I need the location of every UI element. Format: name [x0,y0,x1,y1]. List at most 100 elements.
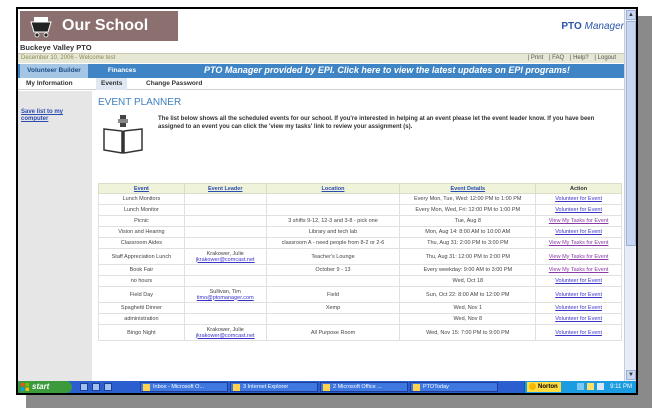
location-cell [265,193,401,205]
office-icon [323,384,330,391]
event-name-cell: administration [98,313,185,325]
event-table: Event Event Leader Location Event Detail… [98,183,622,341]
table-row: Picnic 3 shifts 9-12, 12-3 and 3-8 - pick… [98,215,622,227]
site-logo[interactable]: Our School [20,11,178,41]
scroll-thumb[interactable] [626,21,636,246]
event-name-cell: no hours [98,275,185,287]
location-cell [265,313,401,325]
browser-viewport: Our School PTO Manager Buckeye Valley PT… [18,9,636,393]
quicklaunch-browser-icon[interactable] [92,383,100,391]
event-details-cell: Thu, Aug 31: 12:00 PM to 2:00 PM [399,248,537,265]
subnav-events[interactable]: Events [96,78,128,90]
volume-icon[interactable] [597,383,604,390]
shopping-cart-icon [26,14,56,38]
quicklaunch-desktop-icon[interactable] [80,383,88,391]
leader-email-link[interactable]: timo@ptomanager.com [187,295,264,301]
norton-icon [529,383,536,390]
view-my-tasks-link[interactable]: View My Tasks for Event [535,264,622,276]
print-link[interactable]: | Print [528,55,544,61]
volunteer-for-event-link[interactable]: Volunteer for Event [535,324,622,341]
task-ptotoday[interactable]: PTOToday [410,382,498,392]
event-name-cell: Bingo Night [98,324,185,341]
scroll-up-icon[interactable]: ▲ [626,10,636,20]
task-inbox[interactable]: Inbox - Microsoft O... [140,382,228,392]
date-welcome: December 10, 2006 - Welcome test [21,55,116,61]
table-row: Classroom Aides classroom A - need people… [98,237,622,249]
site-title: Our School [62,17,149,34]
col-event[interactable]: Event [98,183,185,194]
table-row: no hours Wed, Oct 18 Volunteer for Event [98,275,622,287]
help-link[interactable]: | Help? [570,55,589,61]
volunteer-for-event-link[interactable]: Volunteer for Event [535,193,622,205]
event-details-cell: Wed, Nov 15: 7:00 PM to 9:00 PM [399,324,537,341]
save-list-link[interactable]: Save list to my computer [21,109,81,123]
task-internet-explorer[interactable]: 3 Internet Explorer [230,382,318,392]
windows-taskbar: start Inbox - Microsoft O... 3 Internet … [18,381,636,393]
start-button[interactable]: start [18,381,72,393]
volunteer-for-event-link[interactable]: Volunteer for Event [535,302,622,314]
location-cell: 3 shifts 9-12, 12-3 and 3-8 - pick one [265,215,401,227]
outlook-icon [143,384,150,391]
event-leader-cell: Krakower, Julie jkrakower@comcast.net [183,324,267,341]
location-cell: October 9 - 13 [265,264,401,276]
event-leader-cell: Krakower, Julie jkrakower@comcast.net [183,248,267,265]
leader-email-link[interactable]: jkrakower@comcast.net [187,257,264,263]
col-event-leader[interactable]: Event Leader [183,183,267,194]
screenshot-frame: Our School PTO Manager Buckeye Valley PT… [16,7,638,395]
tab-volunteer-builder[interactable]: Volunteer Builder [20,64,88,78]
scroll-down-icon[interactable]: ▼ [626,370,636,380]
event-details-cell: Thu, Aug 31: 2:00 PM to 3:00 PM [399,237,537,249]
event-name-cell: Picnic [98,215,185,227]
network-icon[interactable] [577,383,584,390]
view-my-tasks-link[interactable]: View My Tasks for Event [535,237,622,249]
event-details-cell: Every Mon, Tue, Wed: 12:00 PM to 1:00 PM [399,193,537,205]
leader-name: Krakower, Julie [206,326,244,333]
quicklaunch-outlook-icon[interactable] [104,383,112,391]
volunteer-for-event-link[interactable]: Volunteer for Event [535,286,622,303]
event-leader-cell [183,313,267,325]
faq-link[interactable]: | FAQ [549,55,564,61]
table-row: Bingo Night Krakower, Julie jkrakower@comc… [98,324,622,341]
left-sidebar: Save list to my computer [18,91,92,381]
subnav-my-information[interactable]: My Information [26,80,73,87]
location-cell: classroom A - need people from 8-2 or 2-… [265,237,401,249]
event-leader-cell [183,204,267,216]
tab-finances[interactable]: Finances [90,64,154,78]
subnav-change-password[interactable]: Change Password [146,80,202,87]
norton-button[interactable]: Norton [527,382,561,392]
event-name-cell: Classroom Aides [98,237,185,249]
table-body: Lunch Monitors Every Mon, Tue, Wed: 12:00… [98,193,622,341]
view-my-tasks-link[interactable]: View My Tasks for Event [535,215,622,227]
col-location[interactable]: Location [265,183,401,194]
volunteer-for-event-link[interactable]: Volunteer for Event [535,313,622,325]
event-details-cell: Wed, Nov 1 [399,302,537,314]
event-name-cell: Book Fair [98,264,185,276]
event-leader-cell [183,275,267,287]
volunteer-for-event-link[interactable]: Volunteer for Event [535,275,622,287]
table-row: Lunch Monitors Every Mon, Tue, Wed: 12:00… [98,193,622,205]
sub-nav: My Information Events Change Password [18,78,624,90]
volunteer-for-event-link[interactable]: Volunteer for Event [535,204,622,216]
event-details-cell: Sun, Oct 22: 8:00 AM to 12:00 PM [399,286,537,303]
col-action: Action [535,183,622,194]
org-name: Buckeye Valley PTO [20,43,92,52]
location-cell: Xemp [265,302,401,314]
col-event-details[interactable]: Event Details [399,183,537,194]
epi-promo-link[interactable]: PTO Manager provided by EPI. Click here … [204,65,570,75]
location-cell: Library and tech lab [265,226,401,238]
table-row: Lunch Monitor Every Mon, Wed, Fri: 12:00 … [98,204,622,216]
security-icon[interactable] [587,383,594,390]
event-leader-cell [183,226,267,238]
event-name-cell: Lunch Monitor [98,204,185,216]
event-leader-cell [183,302,267,314]
location-cell: All Purpose Room [265,324,401,341]
leader-email-link[interactable]: jkrakower@comcast.net [187,333,264,339]
event-leader-cell [183,193,267,205]
volunteer-for-event-link[interactable]: Volunteer for Event [535,226,622,238]
table-row: Book Fair October 9 - 13 Every weekday: 9:… [98,264,622,276]
vertical-scrollbar[interactable]: ▲ ▼ [624,9,636,381]
event-details-cell: Tue, Aug 8 [399,215,537,227]
task-microsoft-office[interactable]: 2 Microsoft Office ... [320,382,408,392]
logout-link[interactable]: | Logout [594,55,616,61]
view-my-tasks-link[interactable]: View My Tasks for Event [535,248,622,265]
